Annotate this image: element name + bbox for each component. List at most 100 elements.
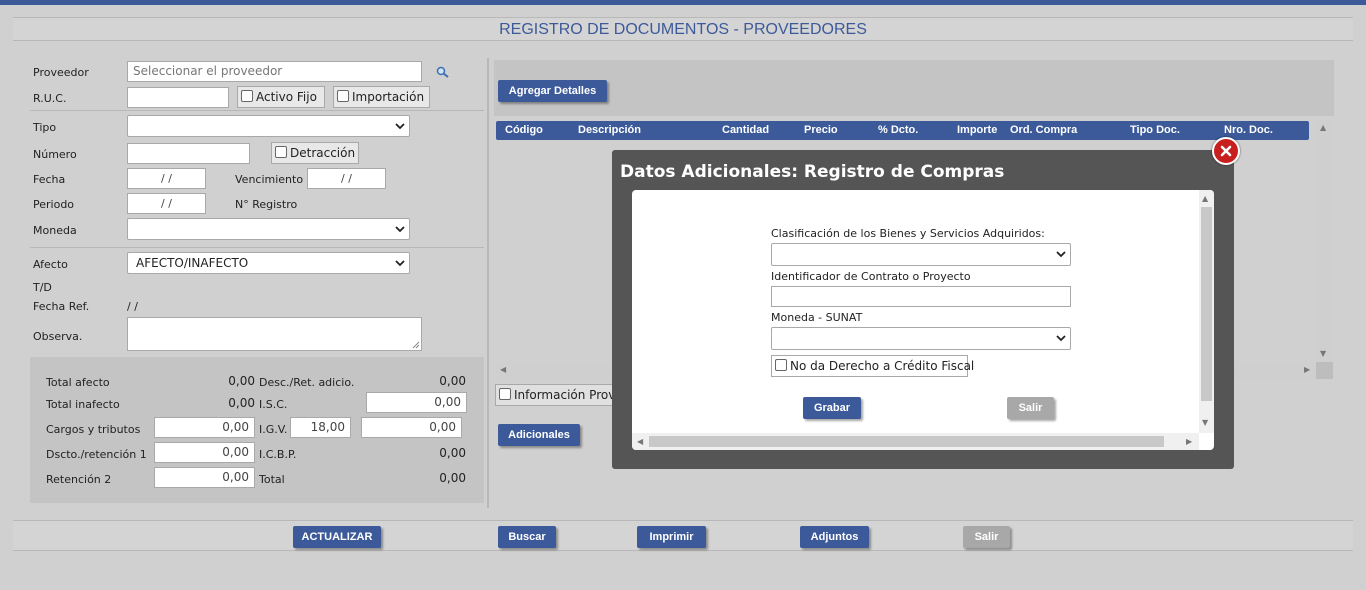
retencion2-label: Retención 2: [46, 473, 112, 486]
col-ord-compra: Ord. Compra: [1010, 124, 1078, 136]
divider: [30, 247, 484, 248]
modal-salir-button[interactable]: Salir: [1007, 397, 1054, 419]
page-title: REGISTRO DE DOCUMENTOS - PROVEEDORES: [13, 17, 1353, 41]
igv-label: I.G.V.: [259, 423, 288, 436]
total-afecto-label: Total afecto: [46, 376, 110, 389]
col-dcto: % Dcto.: [878, 124, 919, 136]
cargos-input[interactable]: 0,00: [154, 417, 255, 438]
icbp-value: 0,00: [439, 446, 466, 460]
isc-input[interactable]: 0,00: [366, 392, 467, 413]
observa-label: Observa.: [33, 330, 83, 343]
modal-vertical-thumb[interactable]: [1201, 207, 1212, 401]
top-accent-bar: [0, 0, 1366, 5]
panel-divider: [487, 58, 489, 508]
scroll-right-icon[interactable]: ▶: [1304, 366, 1310, 374]
chevron-down-icon: [395, 123, 405, 130]
moneda-select[interactable]: [127, 218, 410, 240]
ruc-input[interactable]: [127, 87, 229, 108]
modal-vertical-scrollbar[interactable]: ▲ ▼: [1199, 190, 1214, 433]
scroll-up-icon[interactable]: ▲: [1202, 195, 1208, 203]
divider: [30, 110, 484, 111]
importacion-checkbox[interactable]: Importación: [333, 86, 430, 108]
icbp-label: I.C.B.P.: [259, 448, 297, 461]
proveedor-label: Proveedor: [33, 66, 89, 79]
agregar-detalles-button[interactable]: Agregar Detalles: [498, 80, 607, 102]
vencimiento-label: Vencimiento: [235, 173, 304, 186]
td-label: T/D: [33, 281, 52, 294]
buscar-button[interactable]: Buscar: [498, 526, 556, 548]
fecha-label: Fecha: [33, 173, 66, 186]
moneda-label: Moneda: [33, 224, 77, 237]
modal-title: Datos Adicionales: Registro de Compras: [620, 162, 1005, 182]
informacion-prov-checkbox[interactable]: Información Prov: [495, 384, 620, 406]
salir-button[interactable]: Salir: [963, 526, 1010, 548]
fecha-ref-value: / /: [127, 300, 138, 313]
modal-horizontal-scrollbar[interactable]: ◀ ▶: [632, 433, 1199, 450]
modal-close-button[interactable]: [1212, 137, 1240, 165]
nro-registro-label: N° Registro: [235, 198, 298, 211]
detraccion-checkbox[interactable]: Detracción: [271, 142, 359, 164]
clasificacion-select[interactable]: [771, 243, 1071, 266]
scroll-down-icon[interactable]: ▼: [1320, 350, 1326, 358]
datos-adicionales-modal: Datos Adicionales: Registro de Compras C…: [612, 137, 1240, 469]
total-afecto-value: 0,00: [228, 374, 255, 388]
tipo-select[interactable]: [127, 115, 410, 137]
scroll-left-icon[interactable]: ◀: [637, 438, 643, 446]
vencimiento-input[interactable]: / /: [307, 168, 386, 189]
identificador-input[interactable]: [771, 286, 1071, 307]
clasificacion-label: Clasificación de los Bienes y Servicios …: [771, 227, 1045, 240]
identificador-label: Identificador de Contrato o Proyecto: [771, 270, 971, 283]
dscto-input[interactable]: 0,00: [154, 442, 255, 463]
col-cantidad: Cantidad: [722, 124, 770, 136]
periodo-label: Periodo: [33, 198, 75, 211]
isc-label: I.S.C.: [259, 398, 288, 411]
grabar-button[interactable]: Grabar: [803, 397, 861, 419]
col-importe: Importe: [957, 124, 998, 136]
proveedor-input[interactable]: Seleccionar el proveedor: [127, 61, 422, 82]
igv-value-input[interactable]: 0,00: [361, 417, 462, 438]
moneda-sunat-label: Moneda - SUNAT: [771, 311, 863, 324]
moneda-sunat-select[interactable]: [771, 327, 1071, 350]
dscto-label: Dscto./retención 1: [46, 448, 147, 461]
numero-label: Número: [33, 148, 77, 161]
observa-textarea[interactable]: [127, 317, 422, 351]
close-icon: [1220, 145, 1232, 157]
desc-ret-value: 0,00: [439, 374, 466, 388]
scroll-down-icon[interactable]: ▼: [1202, 419, 1208, 427]
retencion2-input[interactable]: 0,00: [154, 467, 255, 488]
total-inafecto-value: 0,00: [228, 396, 255, 410]
fecha-ref-label: Fecha Ref.: [33, 300, 90, 313]
total-inafecto-label: Total inafecto: [46, 398, 120, 411]
col-tipo-doc: Tipo Doc.: [1130, 124, 1180, 136]
col-precio: Precio: [804, 124, 838, 136]
grid-vertical-scrollbar[interactable]: ▲ ▼: [1316, 120, 1333, 362]
scrollbar-corner: [1316, 362, 1333, 379]
adjuntos-button[interactable]: Adjuntos: [800, 526, 869, 548]
desc-ret-label: Desc./Ret. adicio.: [259, 376, 355, 389]
activo-fijo-checkbox[interactable]: Activo Fijo: [237, 86, 325, 108]
tipo-label: Tipo: [33, 121, 57, 134]
modal-horizontal-thumb[interactable]: [649, 436, 1164, 447]
total-label: Total: [259, 473, 285, 486]
afecto-select-value: AFECTO/INAFECTO: [136, 256, 249, 270]
actualizar-button[interactable]: ACTUALIZAR: [293, 526, 381, 548]
scroll-up-icon[interactable]: ▲: [1320, 124, 1326, 132]
afecto-select[interactable]: AFECTO/INAFECTO: [127, 252, 410, 274]
total-value: 0,00: [439, 471, 466, 485]
search-icon[interactable]: [436, 66, 450, 78]
scroll-left-icon[interactable]: ◀: [500, 366, 506, 374]
detail-toolbar: [494, 60, 1334, 116]
imprimir-button[interactable]: Imprimir: [637, 526, 706, 548]
fecha-input[interactable]: / /: [127, 168, 206, 189]
col-codigo: Código: [505, 124, 543, 136]
afecto-label: Afecto: [33, 258, 68, 271]
scroll-right-icon[interactable]: ▶: [1186, 438, 1192, 446]
col-descripcion: Descripción: [578, 124, 641, 136]
periodo-input[interactable]: / /: [127, 193, 206, 214]
resize-handle-icon[interactable]: [412, 341, 420, 349]
chevron-down-icon: [1056, 335, 1066, 342]
numero-input[interactable]: [127, 143, 250, 164]
no-derecho-credito-checkbox[interactable]: No da Derecho a Crédito Fiscal: [771, 355, 974, 377]
adicionales-button[interactable]: Adicionales: [498, 424, 580, 446]
igv-rate-input[interactable]: 18,00: [290, 417, 351, 438]
